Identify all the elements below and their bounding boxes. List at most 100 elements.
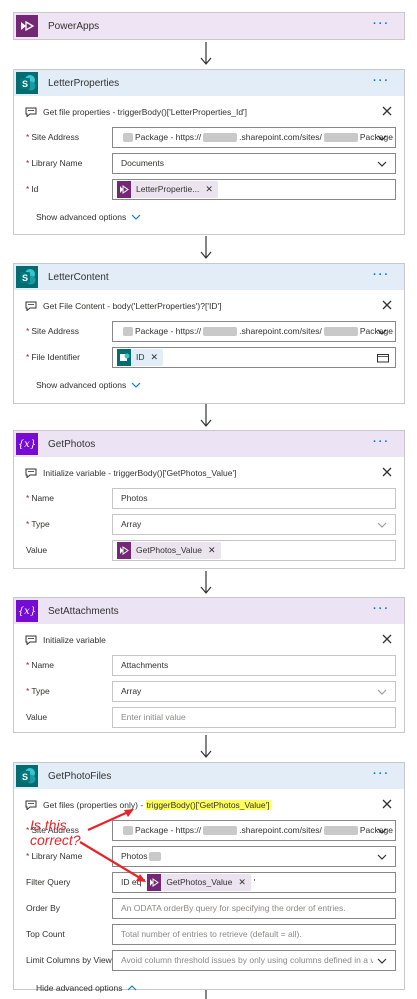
more-options-button[interactable]: ···	[373, 769, 390, 780]
remove-token-icon[interactable]: ✕	[151, 352, 159, 363]
action-description: Get File Content - body('LetterPropertie…	[43, 301, 222, 311]
chevron-down-icon[interactable]	[377, 956, 387, 966]
variable-type-dropdown[interactable]: Array	[112, 513, 396, 535]
sharepoint-icon	[16, 765, 38, 787]
site-address-dropdown[interactable]: Package - https://.sharepoint.com/sites/…	[112, 819, 396, 841]
card-title: LetterProperties	[48, 77, 120, 89]
close-icon[interactable]	[381, 299, 393, 311]
top-count-field: Top Count Total number of entries to ret…	[22, 923, 396, 945]
action-comment-row: Get File Content - body('LetterPropertie…	[22, 298, 396, 314]
redacted-text	[123, 132, 133, 142]
close-icon[interactable]	[381, 798, 393, 810]
top-count-input[interactable]: Total number of entries to retrieve (def…	[112, 923, 396, 945]
flow-arrow-icon	[200, 42, 212, 65]
library-name-dropdown[interactable]: Documents	[112, 152, 396, 174]
id-field: * Id LetterPropertie... ✕	[22, 178, 396, 200]
lettercontent-card-header[interactable]: LetterContent ···	[14, 264, 404, 290]
variable-value-input[interactable]: GetPhotos_Value ✕	[112, 539, 396, 561]
chevron-down-icon[interactable]	[377, 687, 387, 697]
library-name-dropdown[interactable]: Photos	[112, 845, 396, 867]
hide-advanced-options-button[interactable]: Hide advanced options	[22, 983, 137, 993]
variable-name-field: * Name Photos	[22, 487, 396, 509]
more-options-button[interactable]: ···	[373, 604, 390, 615]
field-label: * Site Address	[26, 132, 80, 142]
file-identifier-input[interactable]: ID ✕	[112, 346, 396, 368]
site-address-dropdown[interactable]: Package - https://.sharepoint.com/sites/…	[112, 126, 396, 148]
chevron-down-icon[interactable]	[377, 159, 387, 169]
remove-token-icon[interactable]: ✕	[205, 184, 213, 195]
order-by-input[interactable]: An ODATA orderBy query for specifying th…	[112, 897, 396, 919]
redacted-text	[149, 851, 162, 861]
action-description: Initialize variable - triggerBody()['Get…	[43, 468, 237, 478]
powerapps-trigger-card[interactable]: PowerApps ···	[13, 12, 405, 40]
remove-token-icon[interactable]: ✕	[238, 877, 246, 888]
id-input[interactable]: LetterPropertie... ✕	[112, 178, 396, 200]
chevron-down-icon[interactable]	[377, 327, 387, 337]
filter-query-input[interactable]: ID eq ' GetPhotos_Value ✕ '	[112, 871, 396, 893]
field-label: * Site Address	[26, 326, 80, 336]
highlighted-expression: triggerBody()['GetPhotos_Value']	[145, 800, 271, 810]
limit-columns-dropdown[interactable]: Avoid column threshold issues by only us…	[112, 949, 396, 971]
field-label: * File Identifier	[26, 352, 80, 362]
flow-connector-line	[205, 990, 207, 999]
chevron-down-icon[interactable]	[377, 133, 387, 143]
more-options-button[interactable]: ···	[373, 76, 390, 87]
variable-icon: {x}	[16, 600, 38, 622]
chevron-down-icon[interactable]	[377, 520, 387, 530]
close-icon[interactable]	[381, 105, 393, 117]
chevron-down-icon[interactable]	[377, 852, 387, 862]
variable-type-field: * Type Array	[22, 680, 396, 702]
letterproperties-card-header[interactable]: LetterProperties ···	[14, 70, 404, 96]
close-icon[interactable]	[381, 466, 393, 478]
card-title: PowerApps	[48, 20, 100, 32]
flow-arrow-icon	[200, 236, 212, 259]
remove-token-icon[interactable]: ✕	[208, 545, 216, 556]
field-label: Top Count	[26, 929, 65, 939]
chevron-down-icon[interactable]	[377, 826, 387, 836]
getphotofiles-card: GetPhotoFiles ··· Get files (properties …	[13, 762, 405, 993]
flow-arrow-icon	[200, 404, 212, 427]
dynamic-content-token[interactable]: ID ✕	[117, 348, 164, 366]
sharepoint-icon	[117, 348, 131, 366]
chevron-down-icon	[131, 382, 141, 388]
order-by-field: Order By An ODATA orderBy query for spec…	[22, 897, 396, 919]
field-label: * Id	[26, 184, 39, 194]
powerapps-icon	[117, 541, 131, 559]
chevron-down-icon	[131, 214, 141, 220]
redacted-text	[203, 132, 238, 142]
more-options-button[interactable]: ···	[373, 19, 390, 30]
variable-icon: {x}	[16, 433, 38, 455]
setattachments-card-header[interactable]: {x} SetAttachments ···	[14, 598, 404, 624]
more-options-button[interactable]: ···	[373, 270, 390, 281]
show-advanced-options-button[interactable]: Show advanced options	[22, 212, 141, 222]
field-label: Order By	[26, 903, 61, 913]
lettercontent-card: LetterContent ··· Get File Content - bod…	[13, 263, 405, 404]
library-name-field: * Library Name Photos	[22, 845, 396, 867]
comment-icon	[25, 301, 37, 311]
more-options-button[interactable]: ···	[373, 437, 390, 448]
sharepoint-icon	[16, 266, 38, 288]
card-title: GetPhotoFiles	[48, 770, 112, 782]
variable-type-dropdown[interactable]: Array	[112, 680, 396, 702]
getphotos-card-header[interactable]: {x} GetPhotos ···	[14, 431, 404, 457]
powerapps-card-header[interactable]: PowerApps ···	[14, 13, 404, 39]
flow-arrow-icon	[200, 571, 212, 594]
dynamic-content-token[interactable]: GetPhotos_Value ✕	[117, 541, 221, 559]
sharepoint-icon	[16, 72, 38, 94]
dynamic-content-token[interactable]: LetterPropertie... ✕	[117, 180, 218, 198]
chevron-up-icon	[128, 985, 137, 991]
powerapps-icon	[147, 873, 162, 891]
variable-value-input[interactable]: Enter initial value	[112, 706, 396, 728]
getphotofiles-card-header[interactable]: GetPhotoFiles ···	[14, 763, 404, 789]
redacted-text	[123, 326, 133, 336]
variable-name-input[interactable]: Photos	[112, 487, 396, 509]
variable-name-input[interactable]: Attachments	[112, 654, 396, 676]
getphotos-card: {x} GetPhotos ··· Initialize variable - …	[13, 430, 405, 569]
close-icon[interactable]	[381, 633, 393, 645]
action-comment-row: Initialize variable	[22, 632, 396, 648]
letterproperties-card: LetterProperties ··· Get file properties…	[13, 69, 405, 235]
dynamic-content-token[interactable]: GetPhotos_Value ✕	[147, 873, 251, 891]
site-address-dropdown[interactable]: Package - https://.sharepoint.com/sites/…	[112, 320, 396, 342]
folder-picker-icon[interactable]	[377, 353, 389, 363]
show-advanced-options-button[interactable]: Show advanced options	[22, 380, 141, 390]
